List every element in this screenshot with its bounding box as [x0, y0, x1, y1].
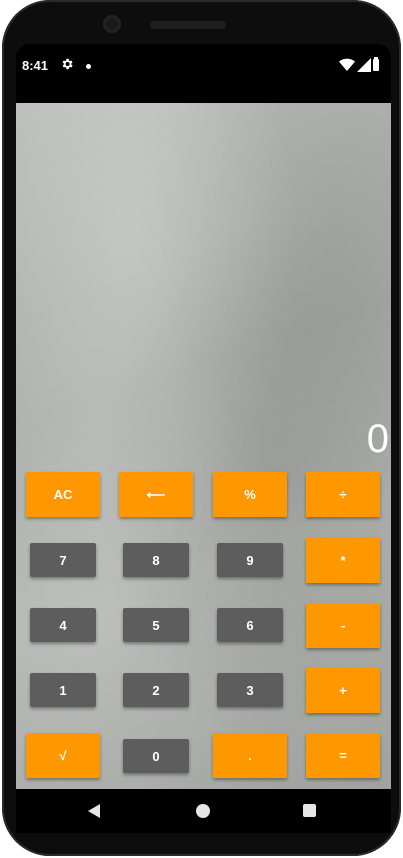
notification-dot-icon [86, 64, 91, 69]
home-icon[interactable] [196, 804, 210, 818]
divide-button[interactable]: ÷ [306, 472, 380, 517]
status-time: 8:41 [22, 58, 49, 73]
signal-icon [357, 58, 371, 72]
percent-button[interactable]: % [213, 472, 287, 517]
minus-button[interactable]: - [306, 603, 380, 648]
gear-icon [62, 58, 73, 70]
digit-4-button[interactable]: 4 [30, 608, 96, 642]
wifi-icon [339, 58, 355, 71]
result-display: 0 [366, 417, 389, 461]
battery-icon [373, 57, 379, 71]
digit-0-button[interactable]: 0 [123, 739, 189, 773]
earpiece-speaker [150, 21, 226, 29]
square-root-button[interactable]: √ [26, 733, 100, 778]
digit-2-button[interactable]: 2 [123, 673, 189, 707]
equals-button[interactable]: = [306, 733, 380, 778]
digit-6-button[interactable]: 6 [217, 608, 283, 642]
plus-button[interactable]: + [306, 668, 380, 713]
phone-frame: 8:41 0 AC ⟵ % ÷ 7 8 9 * 4 5 6 - 1 2 3 + … [2, 0, 401, 856]
ac-button[interactable]: AC [26, 472, 100, 517]
front-camera [103, 15, 121, 33]
digit-7-button[interactable]: 7 [30, 543, 96, 577]
multiply-button[interactable]: * [306, 538, 380, 583]
digit-9-button[interactable]: 9 [217, 543, 283, 577]
digit-1-button[interactable]: 1 [30, 673, 96, 707]
digit-8-button[interactable]: 8 [123, 543, 189, 577]
back-icon[interactable] [88, 804, 100, 818]
digit-5-button[interactable]: 5 [123, 608, 189, 642]
calculator-app: 0 AC ⟵ % ÷ 7 8 9 * 4 5 6 - 1 2 3 + √ 0 . [16, 103, 391, 789]
screen: 8:41 0 AC ⟵ % ÷ 7 8 9 * 4 5 6 - 1 2 3 + … [16, 44, 391, 820]
status-bar: 8:41 [16, 44, 391, 88]
digit-3-button[interactable]: 3 [217, 673, 283, 707]
app-top-bar [16, 88, 391, 103]
status-icons [339, 57, 383, 74]
navigation-bar [16, 789, 391, 833]
decimal-point-button[interactable]: . [213, 733, 287, 778]
backspace-button[interactable]: ⟵ [119, 472, 193, 517]
recents-icon[interactable] [303, 804, 316, 817]
